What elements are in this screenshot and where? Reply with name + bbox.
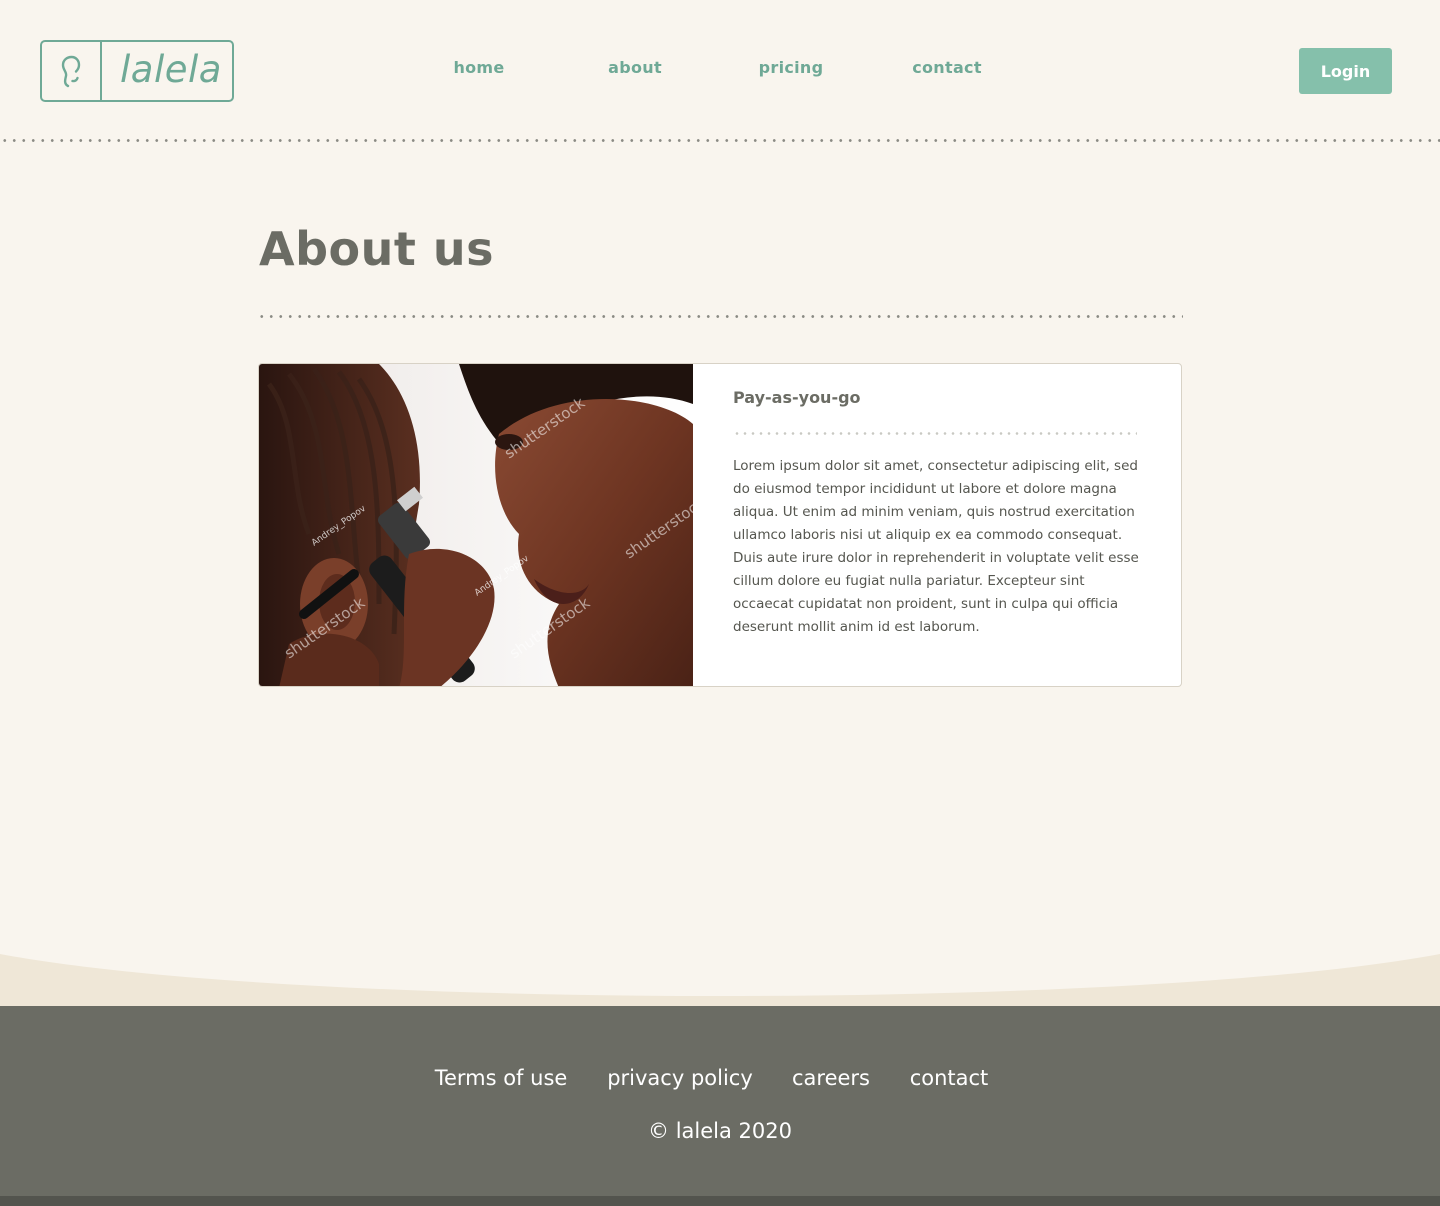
title-divider (257, 315, 1183, 318)
footer-nav: Terms of use privacy policy careers cont… (0, 1066, 1440, 1096)
nav-pricing[interactable]: pricing (759, 58, 824, 77)
card-divider (733, 432, 1137, 435)
card-title: Pay-as-you-go (733, 388, 861, 407)
nav-home[interactable]: home (453, 58, 504, 77)
footer-wave (0, 954, 1440, 1010)
card-description: Lorem ipsum dolor sit amet, consectetur … (733, 458, 1139, 635)
site-header: lalela home about pricing contact Login (0, 0, 1440, 140)
footer-link-privacy[interactable]: privacy policy (607, 1066, 753, 1090)
site-footer: Terms of use privacy policy careers cont… (0, 1006, 1440, 1196)
doctor-ear-exam-photo: shutterstock shutterstock shutterstock s… (259, 364, 693, 686)
login-button[interactable]: Login (1299, 48, 1392, 94)
header-divider (0, 139, 1440, 142)
copyright: © lalela 2020 (648, 1119, 792, 1143)
bottom-strip (0, 1196, 1440, 1206)
pricing-card: shutterstock shutterstock shutterstock s… (258, 363, 1182, 687)
footer-link-contact[interactable]: contact (910, 1066, 989, 1090)
page-title: About us (259, 222, 495, 276)
footer-link-terms[interactable]: Terms of use (435, 1066, 568, 1090)
main-nav: home about pricing contact (0, 58, 1440, 82)
nav-contact[interactable]: contact (912, 58, 982, 77)
footer-link-careers[interactable]: careers (792, 1066, 870, 1090)
nav-about[interactable]: about (608, 58, 662, 77)
